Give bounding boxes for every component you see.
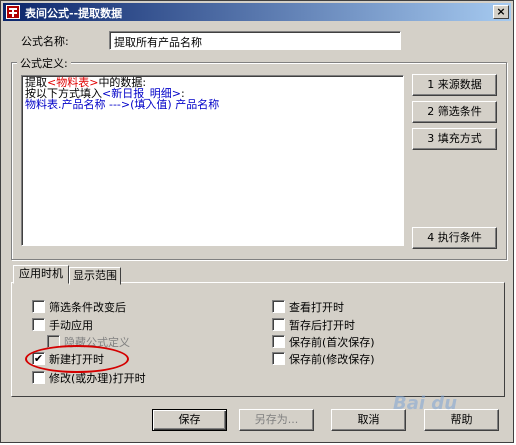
formula-def-label: 公式定义:: [17, 55, 71, 71]
checkbox-view-open[interactable]: [272, 300, 285, 313]
close-icon: ×: [496, 5, 506, 18]
option-label: 查看打开时: [289, 301, 344, 314]
formula-name-input[interactable]: 提取所有产品名称: [109, 31, 401, 50]
save-button[interactable]: 保存: [152, 409, 227, 431]
watermark-logo: Bai du: [393, 393, 458, 414]
tab-display-range[interactable]: 显示范围: [69, 267, 121, 285]
checkbox-manual-apply[interactable]: [32, 318, 45, 331]
source-data-button[interactable]: 1 来源数据: [412, 74, 497, 96]
checkbox-after-temp-save[interactable]: [272, 318, 285, 331]
execute-condition-button[interactable]: 4 执行条件: [412, 227, 497, 249]
title-bar[interactable]: 表间公式--提取数据 ×: [3, 3, 511, 21]
filter-condition-button[interactable]: 2 筛选条件: [412, 101, 497, 123]
tab-apply-timing[interactable]: 应用时机: [13, 265, 69, 284]
fill-method-button[interactable]: 3 填充方式: [412, 128, 497, 150]
checkbox-filter-changed[interactable]: [32, 300, 45, 313]
formula-name-label: 公式名称:: [21, 35, 69, 48]
dialog-window: 表间公式--提取数据 × 公式名称: 提取所有产品名称 公式定义: 提取<物料表…: [0, 0, 514, 443]
option-label: 暂存后打开时: [289, 319, 355, 332]
app-icon: [6, 5, 20, 19]
checkbox-before-edit-save[interactable]: [272, 352, 285, 365]
formula-def-editor[interactable]: 提取<物料表>中的数据: 按以下方式填入<新日报_明细>: 物料表.产品名称 -…: [21, 75, 404, 246]
option-label: 手动应用: [49, 319, 93, 332]
checkbox-before-first-save[interactable]: [272, 335, 285, 348]
save-as-button[interactable]: 另存为...: [239, 409, 314, 431]
window-title: 表间公式--提取数据: [25, 7, 123, 20]
formula-mapping-line: 物料表.产品名称 --->(填入值) 产品名称: [25, 98, 220, 111]
option-label: 筛选条件改变后: [49, 301, 126, 314]
option-label: 保存前(修改保存): [289, 353, 375, 366]
close-button[interactable]: ×: [493, 5, 509, 19]
highlight-annotation: [25, 345, 129, 373]
checkbox-edit-open[interactable]: [32, 371, 45, 384]
option-label: 保存前(首次保存): [289, 336, 375, 349]
